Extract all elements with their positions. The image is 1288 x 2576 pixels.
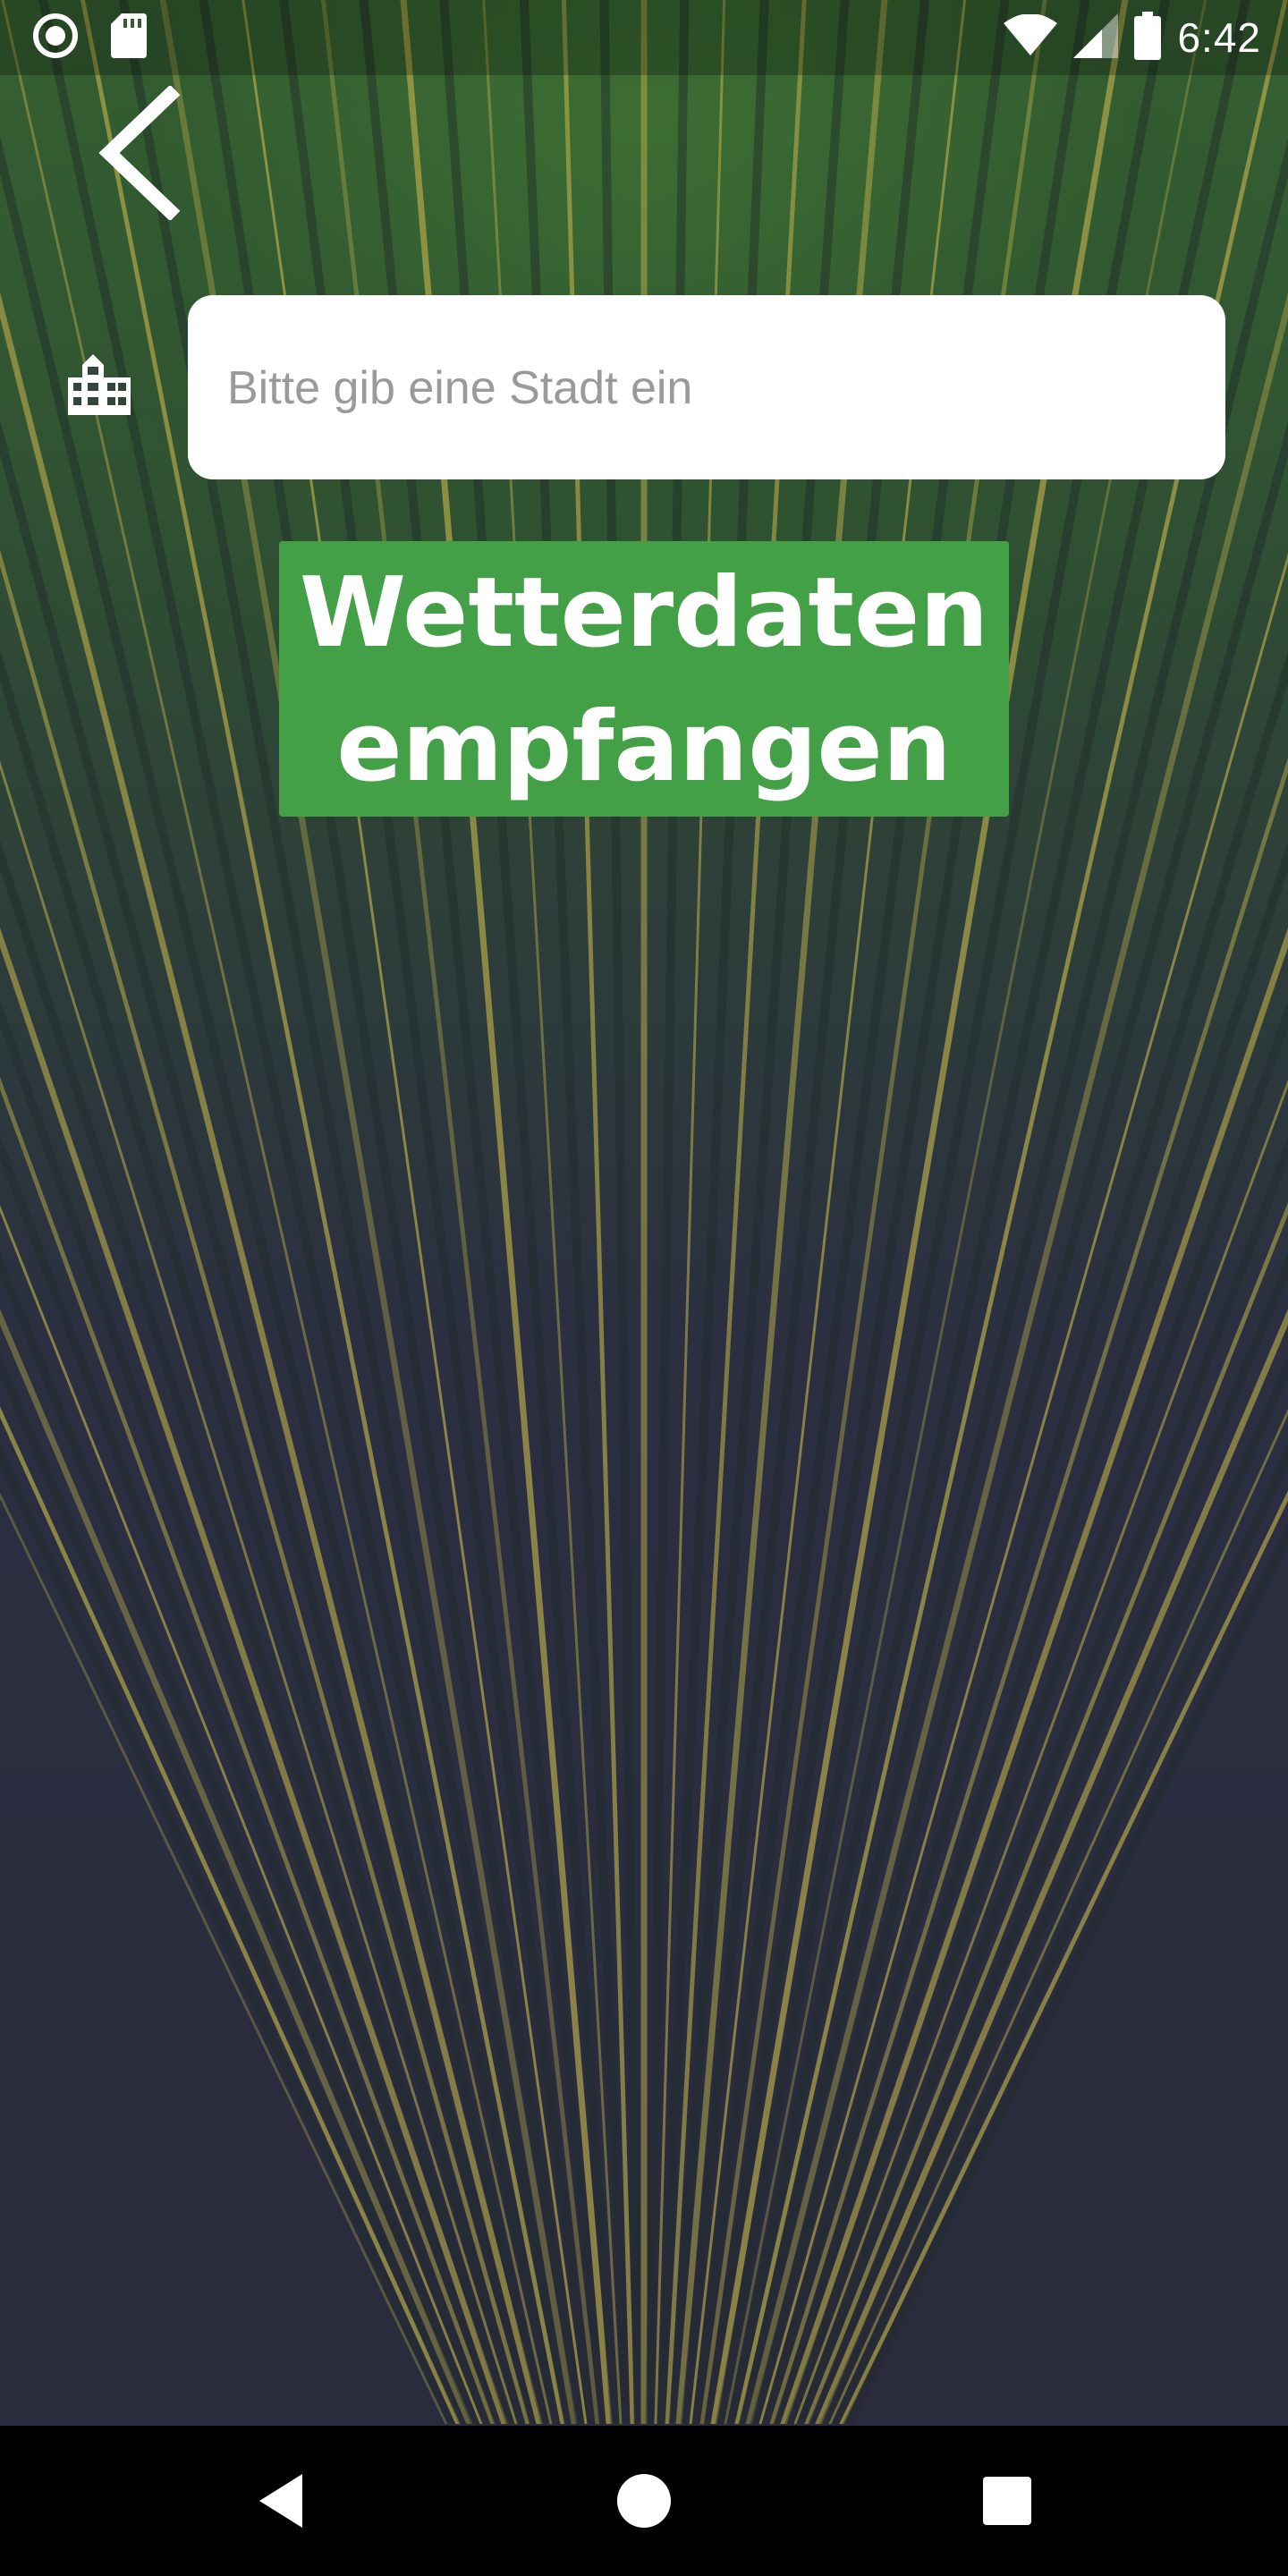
status-time: 6:42 (1177, 14, 1261, 61)
chevron-left-icon (98, 84, 181, 222)
back-button[interactable] (89, 84, 188, 222)
nav-recents-button[interactable] (971, 2465, 1043, 2537)
recents-square-icon (983, 2477, 1031, 2525)
battery-icon (1134, 11, 1162, 64)
cell-signal-icon (1073, 13, 1119, 63)
city-input[interactable] (225, 295, 1195, 481)
city-icon (68, 352, 131, 415)
back-triangle-icon (259, 2474, 302, 2528)
nav-back-button[interactable] (247, 2465, 318, 2537)
nav-home-button[interactable] (608, 2465, 680, 2537)
sd-card-icon (111, 13, 147, 63)
city-input-container[interactable] (188, 295, 1225, 481)
status-bar: 6:42 (0, 0, 1288, 75)
record-icon (32, 13, 79, 64)
app-screen: 6:42 Wetterdaten empfangen (0, 0, 1288, 2576)
fetch-weather-button-label: Wetterdaten empfangen (299, 557, 989, 803)
home-circle-icon (617, 2474, 671, 2528)
navigation-bar (0, 2426, 1288, 2576)
wifi-icon (1004, 13, 1058, 62)
fetch-weather-button[interactable]: Wetterdaten empfangen (279, 541, 1009, 817)
